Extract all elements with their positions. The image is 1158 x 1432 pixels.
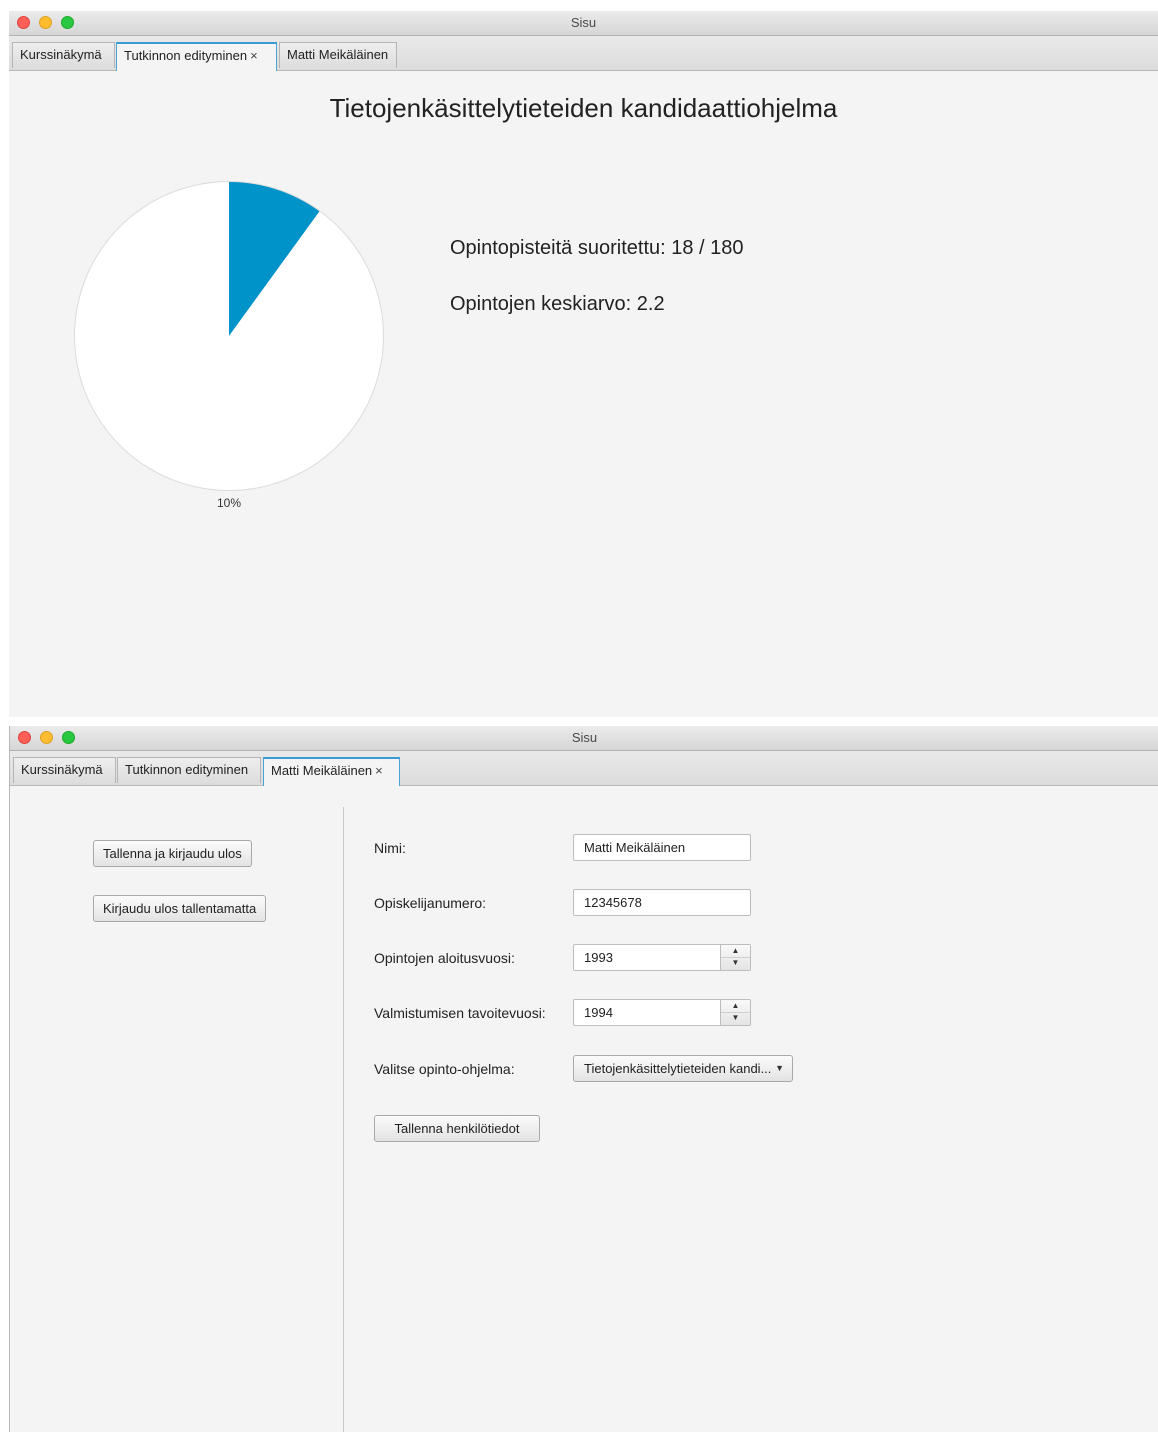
progress-pie-chart — [74, 181, 384, 491]
tab-bar: Kurssinäkymä Tutkinnon edityminen Matti … — [10, 751, 1158, 786]
tab-label: Matti Meikäläinen — [287, 47, 389, 62]
degree-progress-window: Sisu Kurssinäkymä Tutkinnon edityminen × … — [9, 11, 1158, 717]
program-label: Valitse opinto-ohjelma: — [374, 1061, 515, 1077]
tab-tutkinnon-edityminen[interactable]: Tutkinnon edityminen — [117, 757, 261, 783]
grade-average-text: Opintojen keskiarvo: 2.2 — [450, 293, 665, 315]
spinner-arrows: ▲ ▼ — [720, 945, 750, 970]
graduation-year-label: Valmistumisen tavoitevuosi: — [374, 1005, 546, 1021]
student-info-window: Sisu Kurssinäkymä Tutkinnon edityminen M… — [9, 726, 1158, 1432]
window-title: Sisu — [570, 15, 597, 30]
save-personal-info-button[interactable]: Tallenna henkilötiedot — [374, 1115, 540, 1142]
panel-divider — [343, 807, 344, 1432]
start-year-label: Opintojen aloitusvuosi: — [374, 950, 515, 966]
name-label: Nimi: — [374, 840, 406, 856]
program-select[interactable]: Tietojenkäsittelytieteiden kandi... ▼ — [573, 1055, 793, 1082]
tab-matti-meikalainen[interactable]: Matti Meikäläinen × — [263, 757, 400, 786]
tab-label: Matti Meikäläinen — [271, 763, 373, 778]
tab-matti-meikalainen[interactable]: Matti Meikäläinen — [279, 42, 397, 68]
student-number-label: Opiskelijanumero: — [374, 895, 487, 911]
pie-slice-1 — [74, 182, 383, 490]
close-tab-icon[interactable]: × — [250, 48, 258, 63]
chevron-down-icon: ▼ — [775, 1063, 784, 1073]
tab-tutkinnon-edityminen[interactable]: Tutkinnon edityminen × — [116, 42, 277, 71]
graduation-year-spinner[interactable]: 1994 ▲ ▼ — [573, 999, 751, 1026]
degree-title: Tietojenkäsittelytieteiden kandidaattioh… — [329, 93, 838, 123]
spinner-arrows: ▲ ▼ — [720, 1000, 750, 1025]
save-and-logout-button[interactable]: Tallenna ja kirjaudu ulos — [93, 840, 252, 867]
tab-kurssinakyma[interactable]: Kurssinäkymä — [13, 757, 116, 783]
title-bar[interactable]: Sisu — [9, 11, 1158, 36]
window-title: Sisu — [571, 730, 598, 745]
decrement-arrow-icon[interactable]: ▼ — [721, 957, 750, 969]
tab-label: Kurssinäkymä — [20, 47, 102, 62]
start-year-spinner[interactable]: 1993 ▲ ▼ — [573, 944, 751, 971]
pie-percent-label: 10% — [216, 496, 242, 510]
tab-label: Tutkinnon edityminen — [125, 762, 249, 777]
student-number-input[interactable]: 12345678 — [573, 889, 751, 916]
logout-without-saving-button[interactable]: Kirjaudu ulos tallentamatta — [93, 895, 267, 922]
start-year-value[interactable]: 1993 — [584, 945, 613, 970]
decrement-arrow-icon[interactable]: ▼ — [721, 1012, 750, 1024]
tab-kurssinakyma[interactable]: Kurssinäkymä — [12, 42, 115, 68]
close-tab-icon[interactable]: × — [375, 763, 383, 778]
program-selected-value: Tietojenkäsittelytieteiden kandi... — [584, 1061, 772, 1076]
graduation-year-value[interactable]: 1994 — [584, 1000, 613, 1025]
tab-label: Tutkinnon edityminen — [124, 48, 248, 63]
tab-label: Kurssinäkymä — [21, 762, 103, 777]
credits-completed-text: Opintopisteitä suoritettu: 18 / 180 — [450, 237, 744, 259]
title-bar[interactable]: Sisu — [10, 726, 1158, 751]
name-input[interactable]: Matti Meikäläinen — [573, 834, 751, 861]
tab-bar: Kurssinäkymä Tutkinnon edityminen × Matti… — [9, 36, 1158, 71]
